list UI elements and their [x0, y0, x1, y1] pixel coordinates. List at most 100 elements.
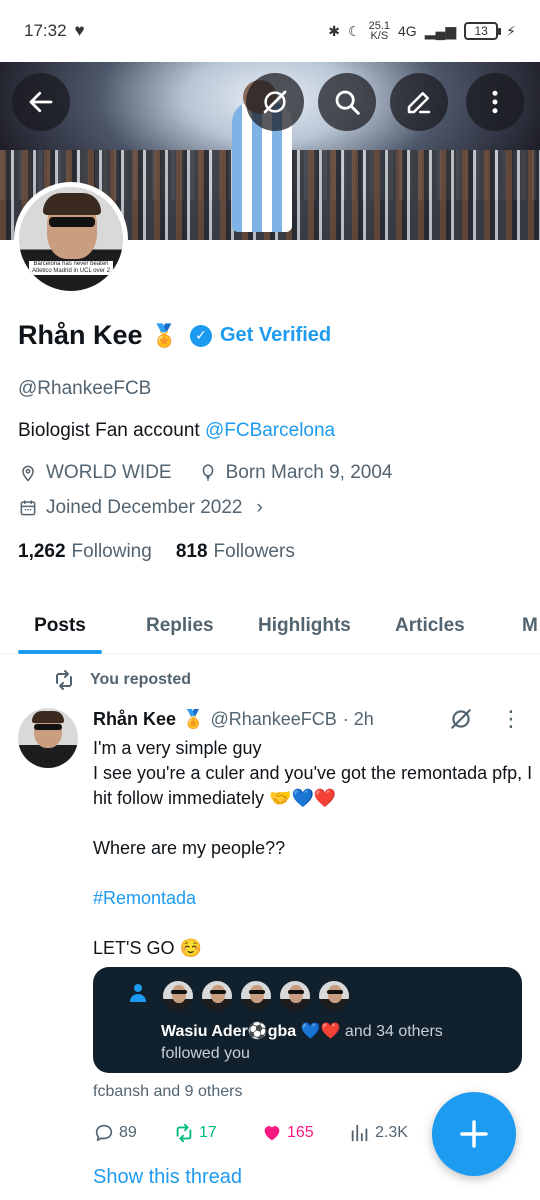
profile-location: WORLD WIDE	[46, 462, 172, 483]
follower-avatar[interactable]	[317, 979, 351, 1013]
post-author-name[interactable]: Rhån Kee	[93, 709, 176, 730]
person-icon	[130, 984, 146, 1002]
followers-label: Followers	[213, 541, 295, 562]
post-text: I'm a very simple guy I see you're a cul…	[93, 736, 533, 961]
post-author-avatar[interactable]	[18, 708, 78, 768]
profile-handle: @RhankeeFCB	[18, 378, 152, 399]
battery-level: 13	[474, 24, 488, 38]
followers-link[interactable]: 818 Followers	[176, 541, 295, 563]
calendar-icon	[20, 500, 36, 516]
repost-button[interactable]: 17	[173, 1122, 261, 1144]
follower-avatar[interactable]	[200, 979, 234, 1013]
search-icon	[335, 90, 360, 115]
followed-you-text: Wasiu Ader⚽gba 💙❤️ and 34 others followe…	[161, 1021, 501, 1065]
post-author-handle[interactable]: @RhankeeFCB	[210, 709, 336, 730]
profile-tabs: Posts Replies Highlights Articles M	[0, 598, 540, 654]
back-button[interactable]	[12, 73, 70, 131]
followers-count: 818	[175, 541, 208, 562]
post-line: I see you're a culer and you've got the …	[93, 763, 533, 808]
like-button[interactable]: 165	[261, 1122, 349, 1144]
views-count: 2.3K	[375, 1124, 408, 1141]
edit-profile-button[interactable]	[390, 73, 448, 131]
network-speed: 25.1 K/S	[369, 21, 390, 42]
follower-name: Wasiu Ader⚽gba 💙❤️	[161, 1023, 341, 1040]
repost-icon	[56, 670, 72, 690]
avatar-caption: Barcelona has never beaten Atletico Madr…	[29, 261, 113, 275]
bluetooth-icon: ✱	[328, 22, 341, 39]
repost-indicator: You reposted	[52, 668, 191, 692]
post-header: Rhån Kee 🏅 @RhankeeFCB · 2h	[93, 709, 374, 730]
grok-button[interactable]	[246, 73, 304, 131]
post-grok-button[interactable]	[448, 706, 474, 737]
heart-filled-icon	[264, 1126, 280, 1141]
arrow-left-icon	[29, 91, 53, 113]
location-pin-icon	[22, 465, 34, 482]
post-actions: 89 17 165 2.3K	[93, 1122, 433, 1144]
follower-avatar[interactable]	[161, 979, 195, 1013]
battery-icon: 13	[464, 22, 502, 40]
signal-bars-icon: ▂▄▆	[424, 22, 457, 39]
status-time: 17:32	[24, 21, 67, 40]
post-line	[93, 811, 533, 836]
post-line: LET'S GO ☺️	[93, 938, 202, 958]
tab-replies[interactable]: Replies	[146, 598, 214, 654]
balloon-icon	[202, 464, 213, 481]
views-chart-icon	[351, 1124, 368, 1142]
avatar-hair	[43, 193, 101, 215]
followed-you-card[interactable]: Wasiu Ader⚽gba 💙❤️ and 34 others followe…	[93, 967, 522, 1073]
tab-posts[interactable]: Posts	[18, 598, 102, 654]
verified-badge-icon: ✓	[189, 324, 212, 347]
follower-avatar[interactable]	[239, 979, 273, 1013]
charging-icon: ⚡	[506, 22, 516, 39]
repost-count: 17	[199, 1124, 217, 1141]
medal-icon: 🏅	[182, 709, 205, 729]
grok-icon	[451, 709, 471, 729]
following-count: 1,262	[18, 541, 66, 562]
profile-bio: Biologist Fan account @FCBarcelona	[18, 420, 335, 442]
medal-icon: 🏅	[150, 322, 178, 348]
reply-count: 89	[119, 1124, 137, 1141]
views-button[interactable]: 2.3K	[349, 1122, 408, 1144]
plus-icon	[460, 1120, 488, 1148]
more-vertical-icon	[492, 90, 498, 114]
reply-button[interactable]: 89	[93, 1122, 173, 1144]
post-line: Where are my people??	[93, 838, 286, 858]
tab-highlights[interactable]: Highlights	[258, 598, 351, 654]
following-label: Following	[71, 541, 152, 562]
post-more-button[interactable]: ⋮	[500, 708, 522, 730]
following-link[interactable]: 1,262 Following	[18, 541, 152, 563]
post-line	[93, 861, 533, 886]
follower-avatars	[161, 979, 351, 1013]
profile-meta-location-row: WORLD WIDE Born March 9, 2004	[18, 462, 392, 484]
heart-icon: ♥	[74, 21, 85, 40]
follower-avatar[interactable]	[278, 979, 312, 1013]
pencil-icon	[407, 92, 431, 114]
avatar-sunglasses	[49, 217, 95, 227]
tab-more[interactable]: M	[522, 598, 538, 654]
bio-mention-link[interactable]: @FCBarcelona	[205, 420, 335, 441]
like-count: 165	[287, 1124, 314, 1141]
get-verified-link[interactable]: Get Verified	[220, 324, 331, 347]
profile-joined-row[interactable]: Joined December 2022 ›	[18, 497, 263, 519]
more-options-button[interactable]	[466, 73, 524, 131]
chevron-right-icon: ›	[256, 497, 263, 518]
profile-avatar-image: Barcelona has never beaten Atletico Madr…	[19, 187, 123, 291]
search-button[interactable]	[318, 73, 376, 131]
reply-icon	[95, 1124, 113, 1142]
post-line: I'm a very simple guy	[93, 738, 262, 758]
profile-joined: Joined December 2022	[46, 497, 243, 518]
hashtag-link[interactable]: #Remontada	[93, 886, 533, 911]
signal-label: 4G	[398, 23, 417, 39]
grok-icon	[263, 90, 287, 114]
repost-label: You reposted	[90, 671, 192, 688]
profile-avatar[interactable]: Barcelona has never beaten Atletico Madr…	[14, 182, 128, 296]
profile-name-row: Rhån Kee 🏅 ✓ Get Verified	[18, 320, 331, 351]
moon-icon: ☾	[348, 22, 361, 39]
post-line	[93, 911, 533, 936]
status-bar: 17:32 ♥ ✱ ☾ 25.1 K/S 4G ▂▄▆ 13 ⚡	[0, 0, 540, 62]
show-thread-link[interactable]: Show this thread	[93, 1166, 242, 1189]
compose-button[interactable]	[432, 1092, 516, 1176]
network-speed-unit: K/S	[370, 30, 389, 42]
liked-by-text[interactable]: fcbansh and 9 others	[93, 1083, 242, 1101]
tab-articles[interactable]: Articles	[395, 598, 465, 654]
